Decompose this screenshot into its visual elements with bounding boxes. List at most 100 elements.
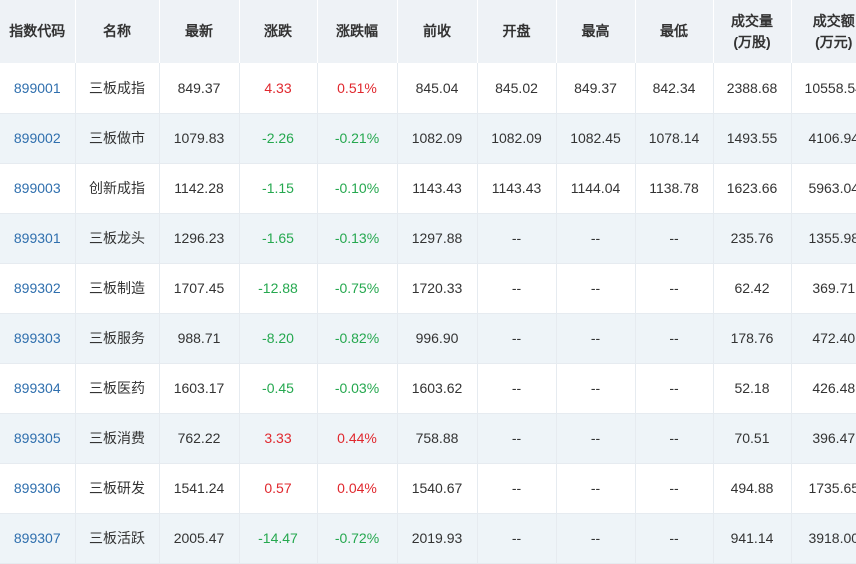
table-row[interactable]: 899304三板医药1603.17-0.45-0.03%1603.62-----… <box>0 363 856 413</box>
code-cell[interactable]: 899305 <box>0 413 75 463</box>
amount-cell: 426.48 <box>791 363 856 413</box>
prev-close-cell: 1297.88 <box>397 213 477 263</box>
change-cell: 0.57 <box>239 463 317 513</box>
header-change[interactable]: 涨跌 <box>239 0 317 63</box>
code-cell[interactable]: 899302 <box>0 263 75 313</box>
pct-cell: 0.51% <box>317 63 397 113</box>
name-cell: 三板做市 <box>75 113 159 163</box>
code-cell[interactable]: 899303 <box>0 313 75 363</box>
amount-cell: 10558.54 <box>791 63 856 113</box>
pct-cell: -0.21% <box>317 113 397 163</box>
prev-close-cell: 1082.09 <box>397 113 477 163</box>
header-code[interactable]: 指数代码 <box>0 0 75 63</box>
header-volume[interactable]: 成交量 (万股) <box>713 0 791 63</box>
table-row[interactable]: 899003创新成指1142.28-1.15-0.10%1143.431143.… <box>0 163 856 213</box>
header-pct[interactable]: 涨跌幅 <box>317 0 397 63</box>
header-latest[interactable]: 最新 <box>159 0 239 63</box>
prev-close-cell: 758.88 <box>397 413 477 463</box>
header-name[interactable]: 名称 <box>75 0 159 63</box>
amount-cell: 1355.98 <box>791 213 856 263</box>
prev-close-cell: 2019.93 <box>397 513 477 563</box>
code-cell[interactable]: 899307 <box>0 513 75 563</box>
high-cell: -- <box>556 213 635 263</box>
high-cell: 1144.04 <box>556 163 635 213</box>
header-volume-line2: (万股) <box>714 32 791 53</box>
code-cell[interactable]: 899002 <box>0 113 75 163</box>
change-cell: -8.20 <box>239 313 317 363</box>
table-row[interactable]: 899307三板活跃2005.47-14.47-0.72%2019.93----… <box>0 513 856 563</box>
name-cell: 三板活跃 <box>75 513 159 563</box>
latest-cell: 1296.23 <box>159 213 239 263</box>
prev-close-cell: 1720.33 <box>397 263 477 313</box>
high-cell: -- <box>556 363 635 413</box>
code-cell[interactable]: 899001 <box>0 63 75 113</box>
open-cell: -- <box>477 263 556 313</box>
amount-cell: 369.71 <box>791 263 856 313</box>
change-cell: 4.33 <box>239 63 317 113</box>
pct-cell: -0.13% <box>317 213 397 263</box>
high-cell: -- <box>556 513 635 563</box>
table-row[interactable]: 899303三板服务988.71-8.20-0.82%996.90------1… <box>0 313 856 363</box>
volume-cell: 941.14 <box>713 513 791 563</box>
change-cell: -0.45 <box>239 363 317 413</box>
amount-cell: 5963.04 <box>791 163 856 213</box>
name-cell: 三板制造 <box>75 263 159 313</box>
pct-cell: 0.44% <box>317 413 397 463</box>
index-quote-table: 指数代码 名称 最新 涨跌 涨跌幅 前收 开盘 最高 最低 成交量 (万股) 成… <box>0 0 856 564</box>
name-cell: 三板龙头 <box>75 213 159 263</box>
low-cell: 842.34 <box>635 63 713 113</box>
header-volume-line1: 成交量 <box>714 11 791 32</box>
pct-cell: -0.72% <box>317 513 397 563</box>
change-cell: -1.65 <box>239 213 317 263</box>
open-cell: -- <box>477 513 556 563</box>
low-cell: 1078.14 <box>635 113 713 163</box>
high-cell: -- <box>556 313 635 363</box>
table-row[interactable]: 899305三板消费762.223.330.44%758.88------70.… <box>0 413 856 463</box>
prev-close-cell: 1143.43 <box>397 163 477 213</box>
latest-cell: 762.22 <box>159 413 239 463</box>
code-cell[interactable]: 899301 <box>0 213 75 263</box>
table-row[interactable]: 899302三板制造1707.45-12.88-0.75%1720.33----… <box>0 263 856 313</box>
low-cell: -- <box>635 463 713 513</box>
open-cell: -- <box>477 363 556 413</box>
latest-cell: 849.37 <box>159 63 239 113</box>
low-cell: -- <box>635 313 713 363</box>
high-cell: 1082.45 <box>556 113 635 163</box>
table-row[interactable]: 899002三板做市1079.83-2.26-0.21%1082.091082.… <box>0 113 856 163</box>
table-row[interactable]: 899306三板研发1541.240.570.04%1540.67------4… <box>0 463 856 513</box>
header-amount-line1: 成交额 <box>792 11 856 32</box>
amount-cell: 3918.00 <box>791 513 856 563</box>
high-cell: 849.37 <box>556 63 635 113</box>
latest-cell: 1142.28 <box>159 163 239 213</box>
open-cell: 1082.09 <box>477 113 556 163</box>
high-cell: -- <box>556 413 635 463</box>
table-header: 指数代码 名称 最新 涨跌 涨跌幅 前收 开盘 最高 最低 成交量 (万股) 成… <box>0 0 856 63</box>
volume-cell: 70.51 <box>713 413 791 463</box>
prev-close-cell: 845.04 <box>397 63 477 113</box>
prev-close-cell: 1603.62 <box>397 363 477 413</box>
low-cell: 1138.78 <box>635 163 713 213</box>
pct-cell: -0.75% <box>317 263 397 313</box>
code-cell[interactable]: 899304 <box>0 363 75 413</box>
code-cell[interactable]: 899003 <box>0 163 75 213</box>
name-cell: 三板消费 <box>75 413 159 463</box>
open-cell: 845.02 <box>477 63 556 113</box>
header-low[interactable]: 最低 <box>635 0 713 63</box>
prev-close-cell: 1540.67 <box>397 463 477 513</box>
pct-cell: -0.03% <box>317 363 397 413</box>
low-cell: -- <box>635 213 713 263</box>
table-row[interactable]: 899301三板龙头1296.23-1.65-0.13%1297.88-----… <box>0 213 856 263</box>
header-high[interactable]: 最高 <box>556 0 635 63</box>
latest-cell: 1707.45 <box>159 263 239 313</box>
name-cell: 三板医药 <box>75 363 159 413</box>
header-prev-close[interactable]: 前收 <box>397 0 477 63</box>
header-amount[interactable]: 成交额 (万元) <box>791 0 856 63</box>
latest-cell: 1603.17 <box>159 363 239 413</box>
latest-cell: 2005.47 <box>159 513 239 563</box>
code-cell[interactable]: 899306 <box>0 463 75 513</box>
volume-cell: 494.88 <box>713 463 791 513</box>
table-row[interactable]: 899001三板成指849.374.330.51%845.04845.02849… <box>0 63 856 113</box>
header-open[interactable]: 开盘 <box>477 0 556 63</box>
amount-cell: 4106.94 <box>791 113 856 163</box>
change-cell: -14.47 <box>239 513 317 563</box>
